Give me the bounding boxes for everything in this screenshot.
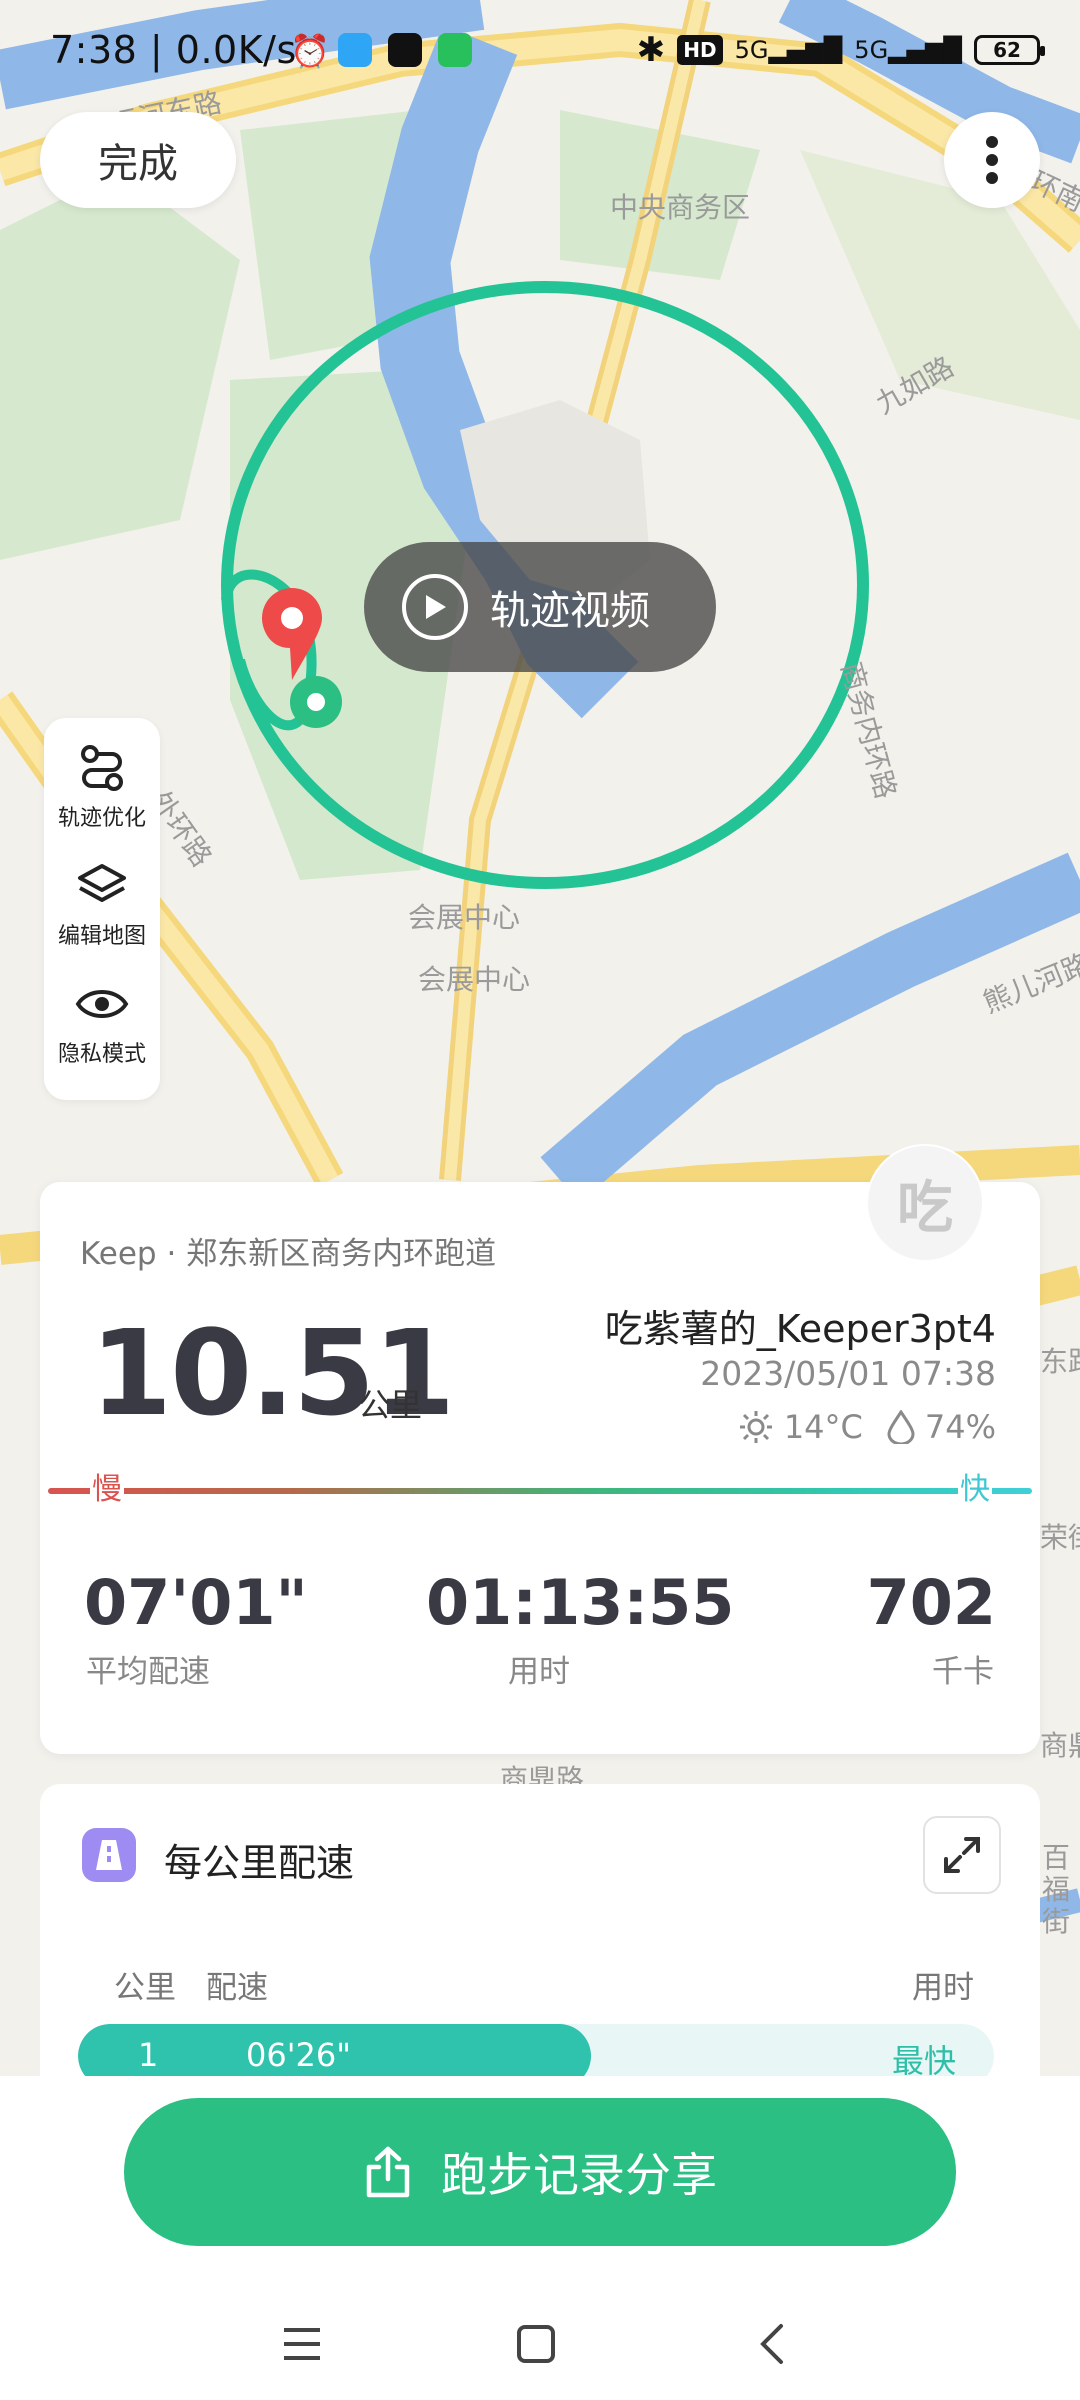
slow-label: 慢 (90, 1464, 124, 1508)
column-header-time: 用时 (912, 1970, 974, 2006)
share-icon (366, 2146, 410, 2198)
map-label-convention-1: 会展中心 (408, 901, 521, 934)
alarm-icon: ⏰ (290, 32, 330, 70)
distance-unit: 公里 (358, 1386, 423, 1424)
splits-title: 每公里配速 (164, 1841, 355, 1885)
signal-5g-2: 5G▂▄▆█ (854, 36, 962, 64)
more-options-button[interactable] (944, 112, 1040, 208)
user-name: 吃紫薯的_Keeper3pt4 (604, 1307, 996, 1351)
bluetooth-icon: ✱ (636, 30, 666, 70)
column-header-km: 公里 (114, 1970, 176, 2006)
status-time-speed: 7:38 | 0.0K/s (50, 28, 297, 72)
map-label-east-road: 东路 (1040, 1345, 1080, 1378)
pace-gradient-bar (48, 1488, 1032, 1494)
duration-label: 用时 (508, 1654, 570, 1690)
menu-icon (284, 2328, 320, 2360)
expand-button[interactable] (923, 1816, 1001, 1894)
eye-icon (75, 990, 129, 1018)
route-map[interactable]: 中央商务区 九如路 商务内环路 会展中心 会展中心 外环路 运河东路 熊儿河路 … (0, 0, 1080, 2090)
map-label-shangding: 商鼎 (1040, 1729, 1080, 1762)
route-name: Keep · 郑东新区商务内环跑道 (80, 1236, 497, 1272)
status-right: ✱ HD 5G▂▄▆█ 5G▂▄▆█ 62 (636, 30, 1045, 70)
wechat-icon (438, 33, 472, 67)
humidity: 74% (924, 1408, 996, 1446)
side-toolbar: 轨迹优化 编辑地图 隐私模式 (44, 718, 160, 1100)
map-label-cbd: 中央商务区 (610, 191, 751, 224)
home-button[interactable] (506, 2314, 566, 2374)
run-record-screen: 中央商务区 九如路 商务内环路 会展中心 会展中心 外环路 运河东路 熊儿河路 … (0, 0, 1080, 2400)
app-notification-icon (338, 33, 372, 67)
more-vertical-icon (986, 136, 998, 184)
fast-label: 快 (958, 1464, 992, 1508)
back-button[interactable] (742, 2314, 802, 2374)
done-button[interactable]: 完成 (40, 112, 236, 208)
tool-label: 轨迹优化 (57, 806, 146, 831)
temperature: 14°C (783, 1408, 863, 1446)
privacy-mode-button[interactable]: 隐私模式 (58, 978, 146, 1082)
humidity-icon (887, 1410, 915, 1444)
sun-icon (739, 1411, 772, 1443)
map-label-rong-street: 荣街 (1040, 1521, 1080, 1554)
menu-button[interactable] (272, 2314, 332, 2374)
split-pace: 06'26" (246, 2036, 351, 2074)
map-label-convention-2: 会展中心 (418, 963, 531, 996)
calories-label: 千卡 (932, 1654, 994, 1690)
share-run-button[interactable]: 跑步记录分享 (124, 2098, 956, 2246)
expand-icon (944, 1837, 980, 1873)
splits-icon (82, 1828, 136, 1882)
tool-label: 隐私模式 (57, 1042, 146, 1067)
share-label: 跑步记录分享 (441, 2148, 717, 2202)
splits-card: 每公里配速 公里 配速 用时 1 06'26" 最快 (40, 1784, 1040, 2114)
track-video-button[interactable]: 轨迹视频 (364, 542, 716, 672)
avg-pace-value: 07'01" (84, 1566, 308, 1639)
status-bar: 7:38 | 0.0K/s ⏰ ✱ HD 5G▂▄▆█ 5G▂▄▆█ 62 (0, 0, 1080, 100)
avatar[interactable]: 吃 (866, 1144, 984, 1262)
battery-icon: 62 (974, 35, 1045, 65)
hd-badge: HD (677, 35, 723, 65)
track-optimize-button[interactable]: 轨迹优化 (58, 742, 146, 846)
route-icon (80, 745, 123, 791)
calories-value: 702 (866, 1566, 996, 1639)
layers-icon (77, 864, 126, 902)
column-header-pace: 配速 (206, 1970, 268, 2006)
home-square-icon (517, 2325, 555, 2363)
music-app-icon (388, 33, 422, 67)
split-km: 1 (138, 2036, 159, 2074)
map-label-baifu-street: 百福街 (1042, 1841, 1071, 1938)
play-icon (402, 574, 468, 640)
duration-value: 01:13:55 (426, 1566, 735, 1639)
edit-map-button[interactable]: 编辑地图 (58, 860, 146, 964)
signal-5g-1: 5G▂▄▆█ (734, 36, 843, 64)
weather-info: 14°C 74% (738, 1408, 996, 1446)
system-nav-bar (0, 2290, 1080, 2400)
run-summary-card: Keep · 郑东新区商务内环跑道 10.51 公里 吃紫薯的_Keeper3p… (40, 1182, 1040, 1754)
tool-label: 编辑地图 (57, 924, 146, 949)
avg-pace-label: 平均配速 (86, 1654, 210, 1690)
track-video-label: 轨迹视频 (490, 588, 650, 634)
back-chevron-icon (760, 2324, 783, 2364)
run-date-time: 2023/05/01 07:38 (700, 1354, 996, 1393)
